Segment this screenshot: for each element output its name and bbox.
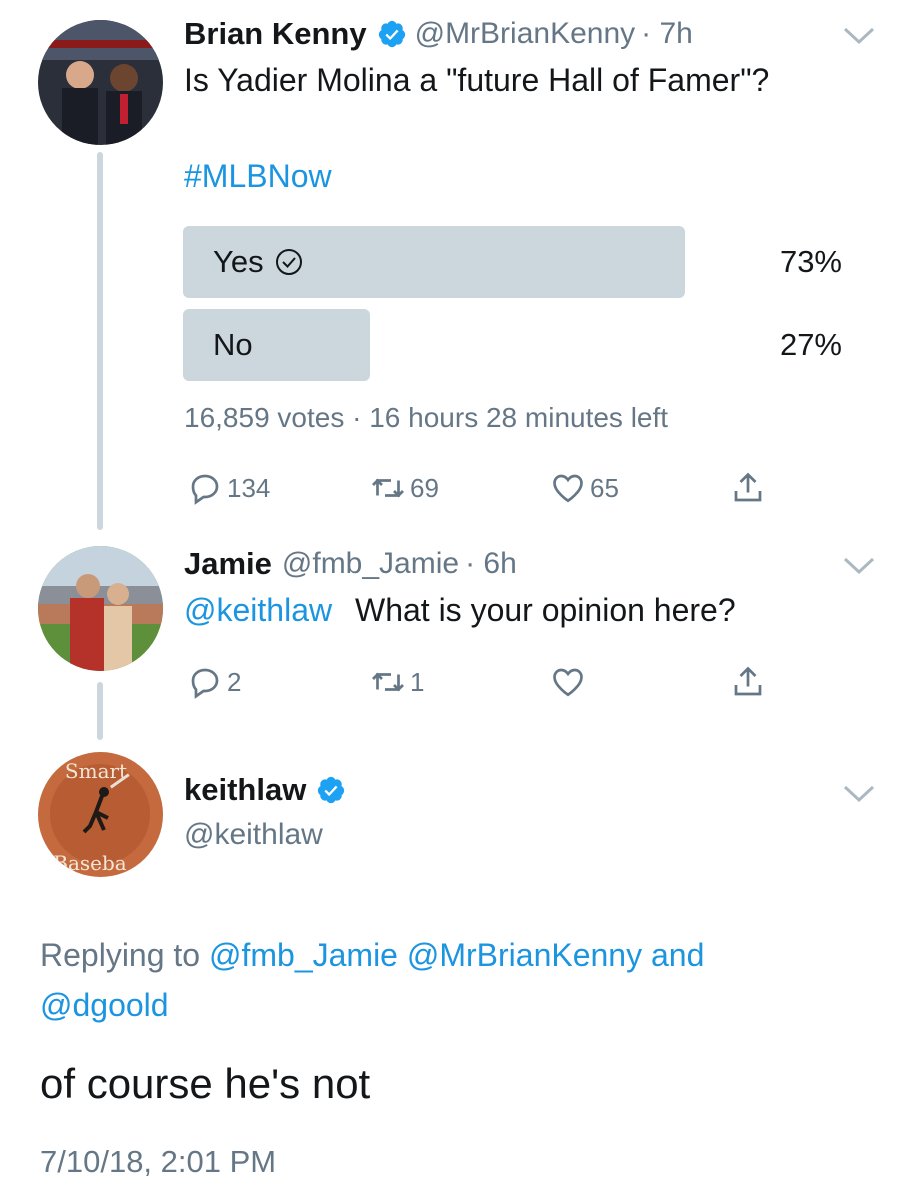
retweet-button[interactable]: 69 [370,468,439,508]
tweet3-handle-row: @keithlaw [184,815,323,855]
verified-badge-icon [318,776,345,804]
like-icon [553,668,583,697]
tweet-text: Is Yadier Molina a "future Hall of Famer… [184,62,770,98]
reply-button[interactable]: 134 [187,468,270,508]
replying-and-link[interactable]: and [651,937,704,973]
poll-meta: 16,859 votes · 16 hours 28 minutes left [184,402,669,433]
chevron-down-icon[interactable] [842,784,876,804]
tweet2-header: Jamie @fmb_Jamie · 6h [184,544,517,584]
retweet-icon [372,672,404,692]
reply-button[interactable]: 2 [187,662,241,702]
chevron-down-icon[interactable] [842,556,876,576]
reply-count: 2 [227,666,242,697]
poll-bar-no [183,309,370,381]
author-handle[interactable]: @fmb_Jamie [282,547,459,581]
poll-percent-no: 27% [779,327,842,362]
chevron-down-icon[interactable] [842,26,876,46]
share-icon [734,666,762,696]
tweet-timestamp[interactable]: 7/10/18, 2:01 PM [40,1144,276,1180]
tweet-time[interactable]: · 6h [465,547,517,581]
poll-option-label: No [213,327,253,362]
poll-option-yes: Yes [213,226,304,298]
tweet1-header: Brian Kenny @MrBrianKenny · 7h [184,14,693,54]
author-name[interactable]: Brian Kenny [184,16,367,52]
mention-link[interactable]: @keithlaw [184,592,332,628]
verified-badge-icon [378,20,405,48]
share-button[interactable] [730,662,770,702]
avatar-keithlaw[interactable]: Smart Baseba [38,752,163,877]
share-icon [734,472,762,502]
like-count: 65 [590,472,619,503]
replying-users-link[interactable]: @fmb_Jamie @MrBrianKenny [209,937,642,973]
retweet-button[interactable]: 1 [370,662,424,702]
like-button[interactable] [550,662,590,702]
poll-percent-yes: 73% [779,244,842,279]
hashtag-link[interactable]: #MLBNow [184,152,332,200]
poll-option-no: No [213,309,253,381]
tweet3-name-row: keithlaw [184,770,354,810]
poll-option-label: Yes [213,244,264,279]
like-button[interactable]: 65 [550,468,619,508]
author-name[interactable]: Jamie [184,546,272,582]
replying-to: Replying to @fmb_Jamie @MrBrianKenny and… [40,930,860,1030]
retweet-count: 1 [410,666,425,697]
avatar-logo-text-bottom: Baseba [53,851,127,875]
thread-line-2 [97,682,103,740]
tweet-text: @keithlaw What is your opinion here? [184,586,736,634]
replying-last-link[interactable]: @dgoold [40,987,169,1023]
reply-count: 134 [227,472,271,503]
avatar-brian-kenny[interactable] [38,20,163,145]
reply-icon [191,474,219,505]
retweet-icon [372,478,404,498]
author-handle[interactable]: @keithlaw [184,818,323,852]
check-circle-icon [275,249,302,275]
avatar-logo-text-top: Smart [65,759,127,783]
author-name[interactable]: keithlaw [184,772,306,808]
thread-line-1 [97,152,103,530]
retweet-count: 69 [410,472,439,503]
author-handle[interactable]: @MrBrianKenny [415,17,636,51]
tweet-body: What is your opinion here? [354,592,736,628]
tweet-time[interactable]: · 7h [641,17,693,51]
tweet-text: of course he's not [40,1060,371,1107]
reply-icon [191,668,219,699]
like-icon [553,474,583,503]
replying-prefix: Replying to [40,937,201,973]
share-button[interactable] [730,468,770,508]
avatar-jamie[interactable] [38,546,163,671]
